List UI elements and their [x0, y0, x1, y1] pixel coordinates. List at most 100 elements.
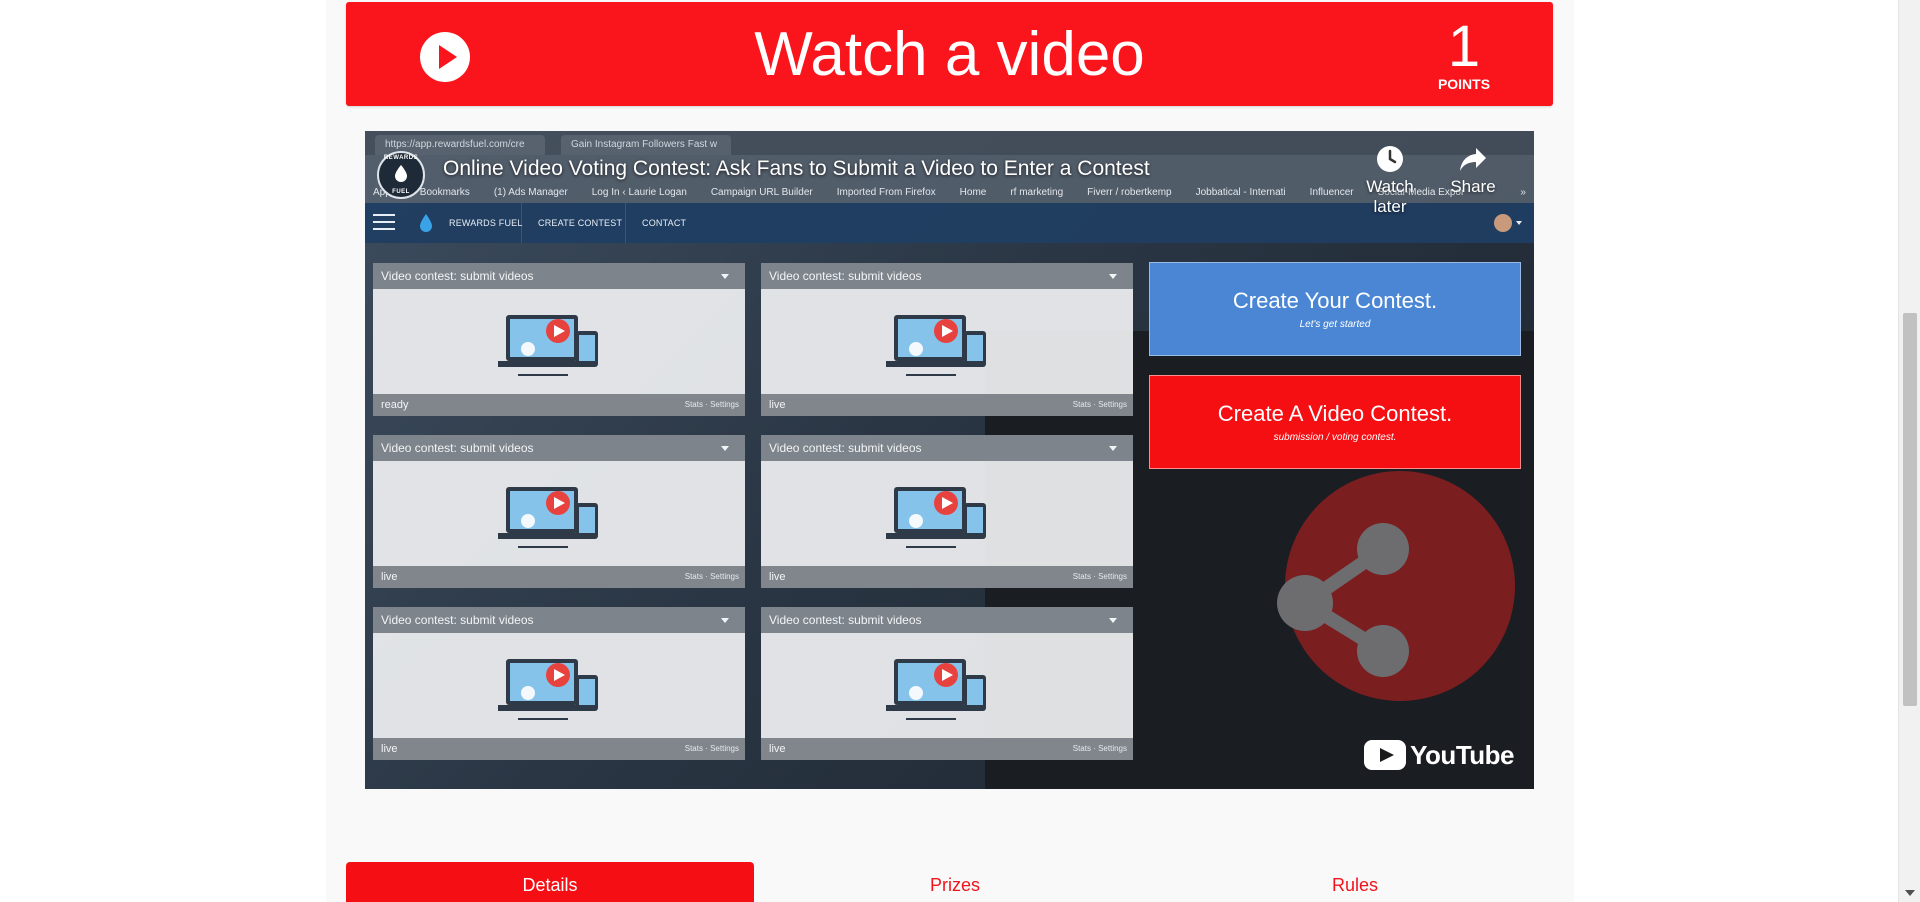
water-drop-icon — [420, 214, 432, 232]
bookmark-item: Home — [959, 187, 987, 198]
dropdown-icon — [721, 274, 729, 279]
bookmark-item: Imported From Firefox — [836, 187, 936, 198]
page-scrollbar[interactable] — [1898, 0, 1920, 902]
contest-card-header: Video contest: submit videos — [373, 263, 745, 289]
browser-tab: Gain Instagram Followers Fast w — [561, 135, 731, 155]
bookmark-item: rf marketing — [1010, 187, 1064, 198]
contest-card-title: Video contest: submit videos — [381, 269, 534, 283]
share-label: Share — [1450, 177, 1496, 196]
devices-illustration-icon — [886, 315, 986, 376]
settings-link: Settings — [710, 744, 739, 753]
contest-card-header: Video contest: submit videos — [761, 435, 1133, 461]
points-value: 1 — [1447, 14, 1481, 79]
share-arrow-icon — [1460, 148, 1486, 171]
card-meta: Stats · Settings — [1072, 744, 1127, 753]
devices-illustration-icon — [886, 659, 986, 720]
share-button[interactable]: Share — [1433, 145, 1513, 197]
contest-card-footer: live Stats · Settings — [761, 394, 1133, 416]
bookmark-item: Influencer — [1309, 187, 1354, 198]
contest-card: Video contest: submit videos ready Stats … — [373, 263, 745, 416]
card-meta: Stats · Settings — [684, 744, 739, 753]
water-drop-icon — [395, 165, 407, 182]
chevron-down-icon — [1516, 221, 1522, 225]
devices-illustration-icon — [498, 659, 598, 720]
contest-card: Video contest: submit videos live Stats ·… — [761, 607, 1133, 760]
points-label: POINTS — [1437, 76, 1491, 92]
share-graphic-icon — [1277, 523, 1409, 677]
dropdown-icon — [721, 618, 729, 623]
youtube-logo-text: YouTube — [1410, 740, 1514, 771]
contest-card: Video contest: submit videos live Stats ·… — [761, 263, 1133, 416]
tab-details[interactable]: Details — [346, 862, 754, 902]
tab-prizes[interactable]: Prizes — [754, 862, 1156, 902]
channel-logo-text: REWARDS — [383, 155, 419, 161]
bookmark-item: Bookmarks — [419, 187, 470, 198]
card-meta: Stats · Settings — [684, 400, 739, 409]
create-your-contest-button: Create Your Contest. Let's get started — [1149, 262, 1521, 356]
watch-later-label: Watch later — [1366, 177, 1414, 216]
channel-logo[interactable]: REWARDS FUEL — [377, 151, 425, 199]
contest-status: live — [381, 743, 398, 755]
points-badge: 1 POINTS — [1429, 14, 1499, 93]
contest-status: ready — [381, 399, 409, 411]
stats-link: Stats — [1072, 744, 1091, 753]
scrollbar-thumb[interactable] — [1903, 313, 1917, 706]
contest-card-header: Video contest: submit videos — [373, 435, 745, 461]
video-title[interactable]: Online Video Voting Contest: Ask Fans to… — [443, 157, 1150, 181]
youtube-logo[interactable]: YouTube — [1364, 737, 1514, 771]
contest-card-footer: live Stats · Settings — [761, 738, 1133, 760]
devices-illustration-icon — [886, 487, 986, 548]
bookmark-item: Jobbatical - Internati — [1195, 187, 1286, 198]
dropdown-icon — [1109, 274, 1117, 279]
contest-card: Video contest: submit videos live Stats ·… — [761, 435, 1133, 588]
contest-status: live — [381, 571, 398, 583]
cta-primary-subtitle: Let's get started — [1299, 319, 1371, 330]
hamburger-icon — [373, 214, 395, 232]
app-nav-create-contest: CREATE CONTEST — [521, 203, 638, 243]
youtube-video-embed[interactable]: https://app.rewardsfuel.com/cre Gain Ins… — [365, 131, 1534, 789]
card-meta: Stats · Settings — [1072, 400, 1127, 409]
bookmark-item: Log In ‹ Laurie Logan — [591, 187, 687, 198]
contest-card-footer: live Stats · Settings — [761, 566, 1133, 588]
contest-card-footer: live Stats · Settings — [373, 738, 745, 760]
scroll-down-arrow-icon[interactable] — [1905, 890, 1915, 896]
create-video-contest-button: Create A Video Contest. submission / vot… — [1149, 375, 1521, 469]
youtube-play-icon — [1364, 740, 1407, 771]
dropdown-icon — [1109, 618, 1117, 623]
card-meta: Stats · Settings — [1072, 572, 1127, 581]
app-nav-contact: CONTACT — [625, 203, 702, 243]
contest-card-title: Video contest: submit videos — [769, 613, 922, 627]
contest-status: live — [769, 571, 786, 583]
stats-link: Stats — [1072, 572, 1091, 581]
contest-status: live — [769, 743, 786, 755]
cta-video-title: Create A Video Contest. — [1217, 401, 1453, 426]
contest-card-title: Video contest: submit videos — [769, 269, 922, 283]
contest-status: live — [769, 399, 786, 411]
contest-card-header: Video contest: submit videos — [761, 607, 1133, 633]
stats-link: Stats — [684, 572, 703, 581]
settings-link: Settings — [1098, 572, 1127, 581]
stats-link: Stats — [1072, 400, 1091, 409]
stats-link: Stats — [684, 744, 703, 753]
channel-logo-text: FUEL — [392, 189, 410, 195]
user-avatar — [1494, 214, 1512, 232]
contest-card-title: Video contest: submit videos — [381, 441, 534, 455]
card-meta: Stats · Settings — [684, 572, 739, 581]
watch-later-button[interactable]: Watch later — [1350, 145, 1430, 217]
contest-card-title: Video contest: submit videos — [381, 613, 534, 627]
cta-video-subtitle: submission / voting contest. — [1273, 432, 1397, 443]
stats-link: Stats — [684, 400, 703, 409]
bookmark-more: » — [1520, 187, 1526, 198]
settings-link: Settings — [1098, 400, 1127, 409]
tab-rules[interactable]: Rules — [1156, 862, 1554, 902]
contest-card-title: Video contest: submit videos — [769, 441, 922, 455]
bookmark-item: (1) Ads Manager — [493, 187, 568, 198]
devices-illustration-icon — [498, 487, 598, 548]
bookmark-item: Campaign URL Builder — [710, 187, 813, 198]
page: Watch a video 1 POINTS https://app.rewar… — [0, 0, 1920, 902]
settings-link: Settings — [710, 572, 739, 581]
contest-card: Video contest: submit videos live Stats ·… — [373, 607, 745, 760]
contest-card-footer: live Stats · Settings — [373, 566, 745, 588]
watch-video-header[interactable]: Watch a video 1 POINTS — [346, 2, 1553, 106]
contest-card-footer: ready Stats · Settings — [373, 394, 745, 416]
